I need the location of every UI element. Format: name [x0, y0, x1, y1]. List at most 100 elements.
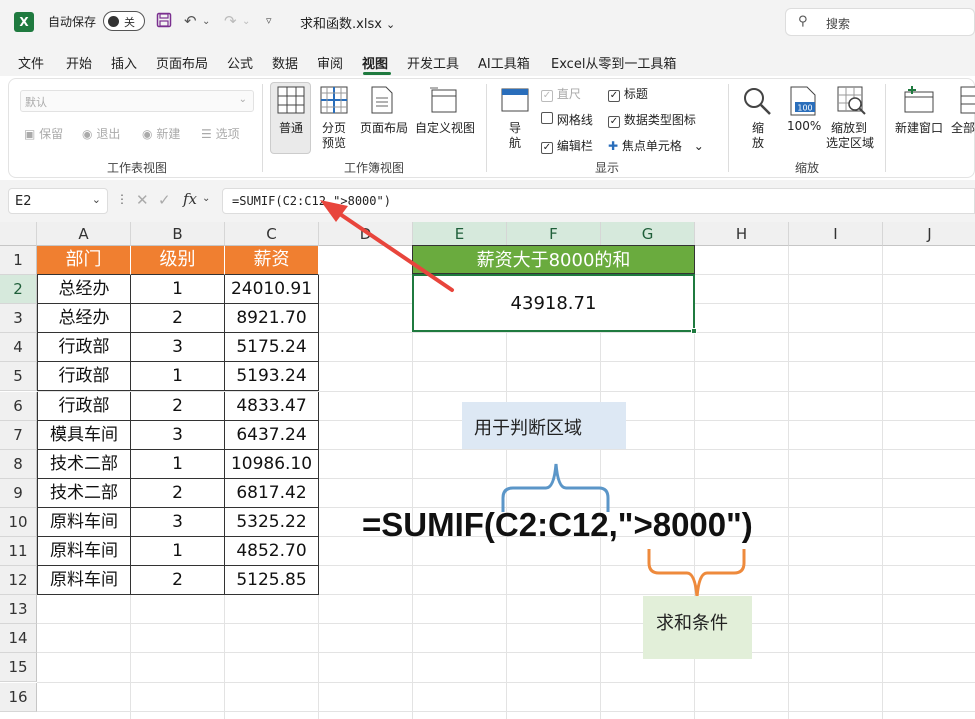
column-header-f[interactable]: F — [507, 222, 601, 246]
table-cell-department[interactable]: 行政部 — [37, 333, 131, 363]
undo-dropdown-icon[interactable]: ⌄ — [202, 16, 210, 27]
row-header-11[interactable]: 11 — [0, 537, 37, 567]
search-box[interactable]: ⚲ 搜索 — [785, 8, 975, 36]
file-name[interactable]: 求和函数.xlsx ⌄ — [300, 13, 395, 32]
column-header-h[interactable]: H — [695, 222, 789, 246]
row-header-7[interactable]: 7 — [0, 420, 37, 450]
cancel-icon[interactable]: ✕ — [136, 191, 149, 209]
header-cell-level[interactable]: 级别 — [131, 246, 225, 276]
table-cell-department[interactable]: 模具车间 — [37, 420, 131, 450]
table-cell-level[interactable]: 3 — [131, 333, 225, 363]
table-cell-level[interactable]: 1 — [131, 362, 225, 392]
page-layout-label[interactable]: 页面布局 — [360, 119, 408, 136]
column-header-a[interactable]: A — [37, 222, 131, 246]
table-cell-level[interactable]: 1 — [131, 275, 225, 305]
table-cell-level[interactable]: 2 — [131, 304, 225, 334]
row-header-16[interactable]: 16 — [0, 682, 37, 712]
menu-formulas[interactable]: 公式 — [227, 53, 253, 72]
menu-file[interactable]: 文件 — [18, 53, 44, 72]
table-cell-salary[interactable]: 5175.24 — [225, 333, 319, 363]
table-cell-department[interactable]: 行政部 — [37, 362, 131, 392]
row-header-8[interactable]: 8 — [0, 449, 37, 479]
table-cell-level[interactable]: 3 — [131, 420, 225, 450]
row-header-12[interactable]: 12 — [0, 566, 37, 596]
headings-checkbox[interactable]: ✓ 标题 — [608, 85, 648, 102]
custom-view-label[interactable]: 自定义视图 — [415, 119, 475, 136]
table-cell-department[interactable]: 原料车间 — [37, 566, 131, 596]
new-window-label[interactable]: 新建窗口 — [895, 119, 943, 136]
table-cell-level[interactable]: 1 — [131, 537, 225, 567]
header-cell-salary[interactable]: 薪资 — [225, 246, 319, 276]
page-layout-icon[interactable] — [370, 86, 394, 118]
row-header-1[interactable]: 1 — [0, 246, 37, 276]
formula-bar-checkbox[interactable]: ✓ 编辑栏 — [541, 137, 593, 154]
redo-icon[interactable]: ↷ — [224, 12, 237, 30]
menu-ai-toolbox[interactable]: AI工具箱 — [478, 53, 530, 72]
insert-function-icon[interactable]: fx — [183, 190, 197, 208]
arrange-all-icon[interactable] — [960, 86, 975, 118]
undo-icon[interactable]: ↶ — [184, 12, 197, 30]
ruler-checkbox[interactable]: ✓ 直尺 — [541, 85, 581, 102]
table-cell-salary[interactable]: 4852.70 — [225, 537, 319, 567]
navigation-pane-icon[interactable] — [501, 88, 529, 116]
save-icon[interactable] — [156, 12, 172, 32]
data-type-icons-checkbox[interactable]: ✓ 数据类型图标 — [608, 111, 696, 128]
zoom-icon[interactable] — [742, 86, 772, 120]
row-header-15[interactable]: 15 — [0, 653, 37, 683]
arrange-all-label[interactable]: 全部 — [951, 119, 975, 136]
row-header-5[interactable]: 5 — [0, 362, 37, 392]
table-cell-level[interactable]: 2 — [131, 391, 225, 421]
menu-insert[interactable]: 插入 — [111, 53, 137, 72]
exit-button[interactable]: ◉ 退出 — [82, 125, 120, 142]
customize-quick-access-icon[interactable]: ▿ — [266, 14, 272, 27]
table-cell-salary[interactable]: 6437.24 — [225, 420, 319, 450]
zoom-label-2[interactable]: 放 — [752, 134, 764, 151]
menu-developer[interactable]: 开发工具 — [407, 53, 459, 72]
table-cell-department[interactable]: 行政部 — [37, 391, 131, 421]
table-cell-department[interactable]: 技术二部 — [37, 449, 131, 479]
table-cell-department[interactable]: 原料车间 — [37, 507, 131, 537]
table-cell-salary[interactable]: 5193.24 — [225, 362, 319, 392]
new-view-button[interactable]: ◉ 新建 — [142, 125, 180, 142]
row-header-9[interactable]: 9 — [0, 478, 37, 508]
navigation-label-2[interactable]: 航 — [509, 134, 521, 151]
enter-icon[interactable]: ✓ — [158, 191, 171, 209]
table-cell-department[interactable]: 总经办 — [37, 304, 131, 334]
table-cell-level[interactable]: 1 — [131, 449, 225, 479]
more-options-icon[interactable]: ⋮ — [116, 192, 128, 206]
row-header-14[interactable]: 14 — [0, 624, 37, 654]
table-cell-salary[interactable]: 24010.91 — [225, 275, 319, 305]
zoom-100-label[interactable]: 100% — [787, 119, 821, 133]
table-cell-salary[interactable]: 5125.85 — [225, 566, 319, 596]
sheet-view-dropdown[interactable]: 默认 ⌄ — [20, 90, 254, 112]
row-header-2[interactable]: 2 — [0, 275, 37, 305]
menu-view[interactable]: 视图 — [362, 53, 388, 72]
menu-review[interactable]: 审阅 — [317, 53, 343, 72]
chevron-down-icon[interactable]: ⌄ — [202, 193, 210, 204]
new-window-icon[interactable] — [904, 86, 934, 118]
name-box[interactable]: E2 ⌄ — [8, 188, 108, 214]
row-header-13[interactable]: 13 — [0, 595, 37, 625]
table-cell-level[interactable]: 2 — [131, 566, 225, 596]
table-cell-department[interactable]: 原料车间 — [37, 537, 131, 567]
row-header-4[interactable]: 4 — [0, 333, 37, 363]
table-cell-salary[interactable]: 10986.10 — [225, 449, 319, 479]
autosave-toggle[interactable]: 关 — [103, 11, 145, 31]
table-cell-salary[interactable]: 5325.22 — [225, 507, 319, 537]
column-header-c[interactable]: C — [225, 222, 319, 246]
options-button[interactable]: ☰ 选项 — [201, 125, 240, 142]
row-header-3[interactable]: 3 — [0, 304, 37, 334]
page-break-preview-icon[interactable] — [320, 86, 348, 118]
table-cell-salary[interactable]: 4833.47 — [225, 391, 319, 421]
menu-page-layout[interactable]: 页面布局 — [156, 53, 208, 72]
column-header-b[interactable]: B — [131, 222, 225, 246]
zoom-100-icon[interactable]: 100 — [789, 86, 817, 120]
gridlines-checkbox[interactable]: 网格线 — [541, 111, 593, 128]
header-cell-department[interactable]: 部门 — [37, 246, 131, 276]
table-cell-salary[interactable]: 8921.70 — [225, 304, 319, 334]
table-cell-department[interactable]: 技术二部 — [37, 478, 131, 508]
custom-view-icon[interactable] — [428, 86, 460, 118]
menu-home[interactable]: 开始 — [66, 53, 92, 72]
page-break-preview-label-2[interactable]: 预览 — [322, 134, 346, 151]
focus-cell-button[interactable]: ✚ 焦点单元格 ⌄ — [608, 137, 704, 154]
